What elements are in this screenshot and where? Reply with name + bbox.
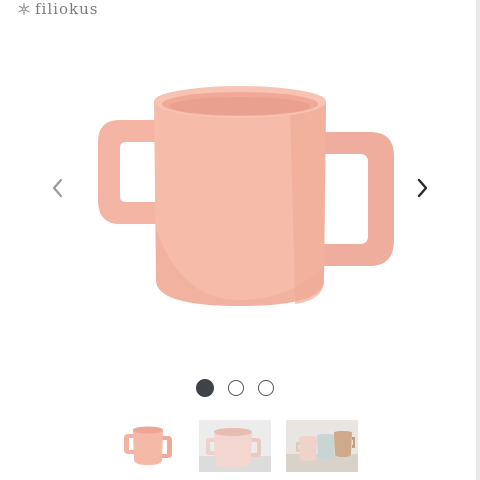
snowflake-icon <box>18 2 30 16</box>
brand-name: filiokus <box>35 0 99 18</box>
thumbnail-strip <box>112 420 358 472</box>
chevron-right-icon[interactable] <box>412 176 432 200</box>
thumbnail-2[interactable] <box>199 420 271 472</box>
carousel-dot-2[interactable] <box>228 380 244 396</box>
carousel-dots <box>196 379 274 397</box>
carousel-dot-1[interactable] <box>196 379 214 397</box>
chevron-left-icon[interactable] <box>48 176 68 200</box>
thumbnail-1[interactable] <box>112 420 184 472</box>
carousel-dot-3[interactable] <box>258 380 274 396</box>
scrollbar-edge <box>476 0 480 480</box>
thumbnail-3[interactable] <box>286 420 358 472</box>
product-image <box>98 86 394 306</box>
brand-logo[interactable]: filiokus <box>17 0 98 18</box>
